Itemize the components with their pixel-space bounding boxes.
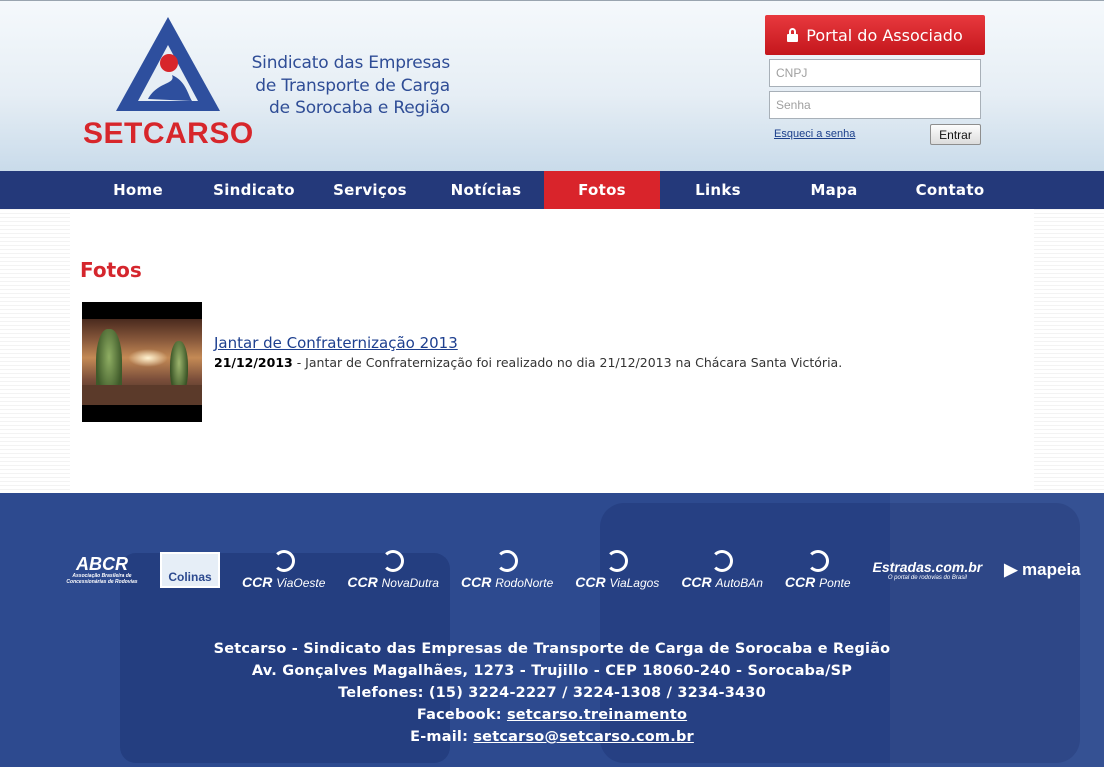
partner-ccr-rodonorte-logo[interactable]: CCR RodoNorte bbox=[461, 550, 553, 590]
main-nav: Home Sindicato Serviços Notícias Fotos L… bbox=[0, 171, 1104, 209]
site-tagline: Sindicato das Empresas de Transporte de … bbox=[240, 52, 451, 120]
footer-street: Av. Gonçalves Magalhães, 1273 - Trujillo… bbox=[251, 663, 853, 679]
forgot-password-link[interactable]: Esqueci a senha bbox=[774, 128, 855, 140]
album-thumbnail[interactable] bbox=[82, 302, 202, 422]
partner-ccr-ponte-logo[interactable]: CCR Ponte bbox=[785, 550, 851, 590]
album-date: 21/12/2013 bbox=[214, 355, 293, 370]
nav-item-noticias[interactable]: Notícias bbox=[428, 171, 544, 209]
footer-facebook: Facebook: setcarso.treinamento bbox=[416, 707, 688, 723]
album-description: 21/12/2013 - Jantar de Confraternização … bbox=[214, 355, 842, 370]
email-link[interactable]: setcarso@setcarso.com.br bbox=[473, 729, 694, 745]
nav-item-home[interactable]: Home bbox=[80, 171, 196, 209]
ccr-swirl-icon bbox=[806, 550, 829, 572]
tagline-line: de Transporte de Carga bbox=[255, 75, 450, 96]
ccr-swirl-icon bbox=[711, 550, 734, 572]
partner-logos: ABCR Associação Brasileira de Concession… bbox=[66, 550, 1081, 590]
album-title-link[interactable]: Jantar de Confraternização 2013 bbox=[214, 334, 458, 352]
cnpj-field[interactable] bbox=[769, 59, 981, 87]
partner-ccr-vialagos-logo[interactable]: CCR ViaLagos bbox=[575, 550, 659, 590]
background-stripes bbox=[0, 209, 70, 493]
partner-colinas-logo[interactable]: Colinas bbox=[160, 552, 220, 588]
ccr-swirl-icon bbox=[382, 550, 405, 572]
nav-item-contato[interactable]: Contato bbox=[892, 171, 1008, 209]
ccr-swirl-icon bbox=[496, 550, 519, 572]
album-summary: - Jantar de Confraternização foi realiza… bbox=[292, 355, 843, 370]
tagline-line: Sindicato das Empresas bbox=[251, 53, 451, 73]
partner-ccr-novadutra-logo[interactable]: CCR NovaDutra bbox=[347, 550, 439, 590]
ccr-swirl-icon bbox=[606, 550, 629, 572]
footer-phones: Telefones: (15) 3224-2227 / 3224-1308 / … bbox=[338, 685, 766, 701]
background-stripes bbox=[1034, 209, 1104, 493]
site-footer: ABCR Associação Brasileira de Concession… bbox=[0, 493, 1104, 767]
portal-associado-header: Portal do Associado bbox=[765, 15, 985, 55]
footer-org-name: Setcarso - Sindicato das Empresas de Tra… bbox=[213, 641, 891, 657]
partner-ccr-autoban-logo[interactable]: CCR AutoBAn bbox=[681, 550, 763, 590]
footer-email: E-mail: setcarso@setcarso.com.br bbox=[410, 729, 694, 745]
ccr-swirl-icon bbox=[272, 550, 295, 572]
login-button[interactable]: Entrar bbox=[930, 124, 981, 145]
senha-field[interactable] bbox=[769, 91, 981, 119]
portal-label: Portal do Associado bbox=[806, 25, 963, 45]
site-header: SETCARSO Sindicato das Empresas de Trans… bbox=[0, 0, 1104, 171]
logo-triangle-icon bbox=[116, 17, 220, 111]
nav-item-servicos[interactable]: Serviços bbox=[312, 171, 428, 209]
mapeia-icon: ▶ bbox=[1004, 560, 1023, 579]
partner-estradas-logo[interactable]: Estradas.com.br O portal de rodovias do … bbox=[873, 559, 983, 581]
facebook-link[interactable]: setcarso.treinamento bbox=[507, 707, 687, 723]
lock-icon bbox=[787, 28, 799, 42]
partner-abcr-logo[interactable]: ABCR Associação Brasileira de Concession… bbox=[66, 555, 138, 585]
footer-address: Setcarso - Sindicato das Empresas de Tra… bbox=[0, 638, 1104, 748]
tagline-line: de Sorocaba e Região bbox=[269, 98, 450, 118]
nav-item-links[interactable]: Links bbox=[660, 171, 776, 209]
logo-wordmark: SETCARSO bbox=[83, 117, 254, 150]
nav-item-mapa[interactable]: Mapa bbox=[776, 171, 892, 209]
partner-ccr-viaoeste-logo[interactable]: CCR ViaOeste bbox=[242, 550, 325, 590]
nav-item-sindicato[interactable]: Sindicato bbox=[196, 171, 312, 209]
partner-mapeia-logo[interactable]: ▶ mapeia bbox=[1004, 560, 1080, 580]
page-title: Fotos bbox=[80, 258, 142, 282]
nav-item-fotos[interactable]: Fotos bbox=[544, 171, 660, 209]
